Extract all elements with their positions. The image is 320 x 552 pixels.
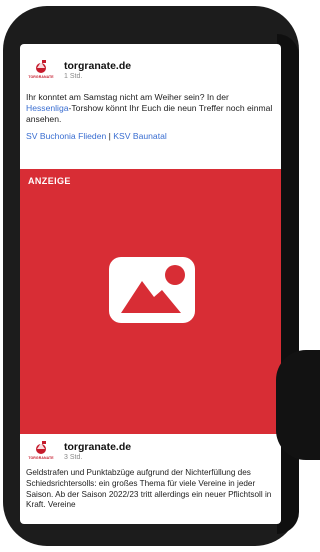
- hessenliga-link[interactable]: Hessenliga: [26, 103, 69, 113]
- post-time: 1 Std.: [64, 73, 83, 80]
- image-placeholder-icon: [109, 257, 195, 323]
- post-author[interactable]: torgranate.de: [64, 441, 131, 453]
- post-text: Geldstrafen und Punktabzüge aufgrund der…: [26, 468, 272, 510]
- phone-side-button: [276, 350, 320, 460]
- torgranate-logo[interactable]: TORGRANATE: [26, 439, 56, 463]
- post-header: TORGRANATE torgranate.de 1 Std.: [26, 58, 276, 88]
- phone-screen: TORGRANATE torgranate.de 1 Std. Ihr konn…: [20, 44, 281, 524]
- ad-banner[interactable]: ANZEIGE: [20, 169, 281, 434]
- post-header: TORGRANATE torgranate.de 3 Std.: [26, 439, 276, 469]
- torgranate-logo[interactable]: TORGRANATE: [26, 58, 56, 82]
- post-text-part: Ihr konntet am Samstag nicht am Weiher s…: [26, 92, 229, 102]
- post-author[interactable]: torgranate.de: [64, 60, 131, 72]
- phone-frame: TORGRANATE torgranate.de 1 Std. Ihr konn…: [3, 6, 299, 546]
- grenade-icon: [36, 60, 46, 73]
- tag-link-baunatal[interactable]: KSV Baunatal: [113, 131, 167, 141]
- tag-link-buchonia[interactable]: SV Buchonia Flieden: [26, 131, 106, 141]
- grenade-icon: [36, 441, 46, 454]
- post-text: Ihr konntet am Samstag nicht am Weiher s…: [26, 92, 276, 125]
- post-tag-links: SV Buchonia Flieden | KSV Baunatal: [26, 131, 276, 141]
- post-time: 3 Std.: [64, 454, 83, 461]
- ad-label: ANZEIGE: [28, 176, 71, 186]
- logo-text: TORGRANATE: [28, 456, 54, 460]
- logo-text: TORGRANATE: [28, 75, 54, 79]
